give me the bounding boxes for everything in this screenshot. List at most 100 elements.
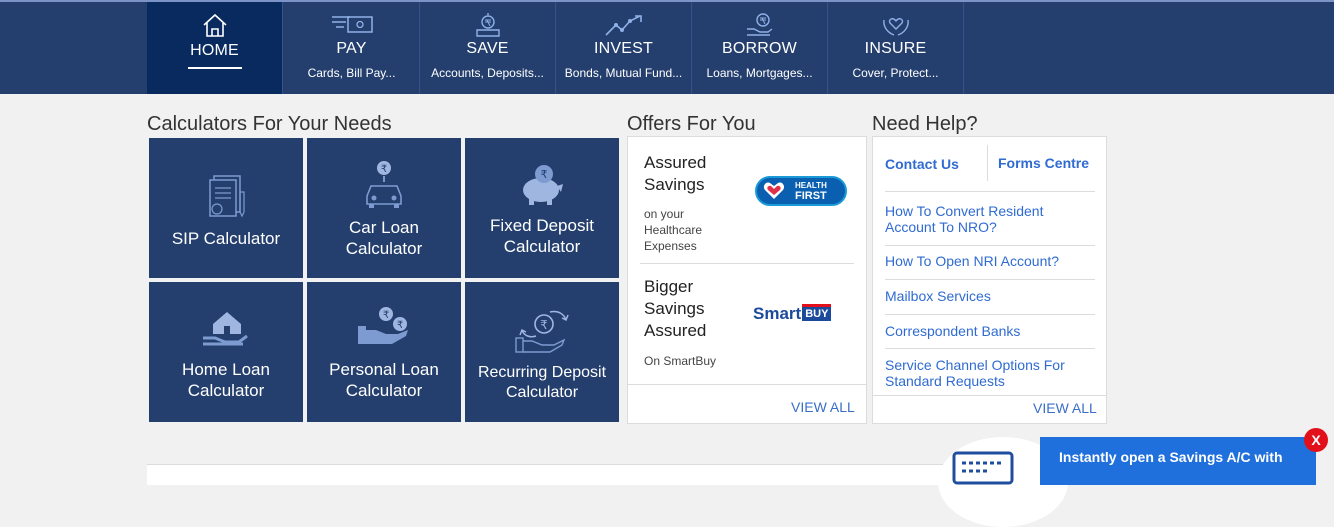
nav-insure[interactable]: INSURE Cover, Protect... [828,2,964,94]
nav-pay[interactable]: PAY Cards, Bill Pay... [284,2,420,94]
nav-borrow-label: BORROW [722,40,797,57]
health-first-logo: HEALTH FIRST [755,176,847,206]
help-link-1-line1: How To Convert Resident [885,203,1044,219]
health-first-line2: FIRST [795,190,827,202]
offers-view-all-link[interactable]: VIEW ALL [791,399,855,415]
car-loan-calculator-label-1: Car Loan [349,218,419,237]
fixed-deposit-calculator-label-2: Calculator [503,237,581,256]
nav-save[interactable]: SAVE Accounts, Deposits... [420,2,556,94]
personal-loan-calculator-label-2: Calculator [345,381,423,400]
nav-pay-label: PAY [336,40,367,57]
svg-text:₹: ₹ [381,164,387,175]
heart-icon [763,182,785,199]
offer2-sub-1: On SmartBuy [644,354,717,368]
offer2-title-2: Savings [644,299,705,318]
help-footer-divider [873,395,1106,396]
help-link-convert-resident[interactable]: How To Convert Resident Account To NRO? [873,203,1106,237]
smartbuy-logo: Smart BUY [753,304,832,326]
help-link-open-nri[interactable]: How To Open NRI Account? [885,253,1059,269]
recurring-deposit-calculator-label-2: Calculator [505,384,579,401]
car-loan-calculator-tile[interactable]: ₹ Car Loan Calculator [307,138,461,278]
piggy-bank-icon: ₹ [523,165,563,205]
svg-text:₹: ₹ [540,318,548,332]
help-link-service-channel[interactable]: Service Channel Options For Standard Req… [873,357,1106,391]
forms-centre-link[interactable]: Forms Centre [998,155,1089,171]
help-link-5-line1: Service Channel Options For [885,357,1065,373]
banner-text: Instantly open a Savings A/C with [1059,449,1283,465]
active-underline [188,67,242,69]
nav-save-sub: Accounts, Deposits... [431,66,544,80]
nav-invest-sub: Bonds, Mutual Fund... [564,66,683,80]
help-panel: Contact Us Forms Centre How To Convert R… [872,136,1107,424]
smartbuy-logo-buy: BUY [802,304,832,321]
personal-loan-calculator-label-1: Personal Loan [329,360,439,379]
calculators-title: Calculators For Your Needs [147,113,392,135]
help-divider-4 [885,348,1095,349]
nav-home-label: HOME [190,42,239,59]
offer2-title-1: Bigger [644,277,694,296]
help-link-5-line2: Standard Requests [885,373,1005,389]
svg-text:₹: ₹ [541,168,548,181]
account-form-icon [952,451,1014,485]
help-head-separator [987,145,988,181]
offer-sub-1: on your [644,207,685,221]
savings-icon [475,13,500,37]
offer2-title-3: Assured [644,321,707,340]
home-loan-calculator-tile[interactable]: Home Loan Calculator [149,282,303,422]
offer-footer-divider [628,384,866,385]
offers-title: Offers For You [627,113,756,135]
help-link-correspondent-banks[interactable]: Correspondent Banks [885,323,1020,339]
offers-panel: Assured Savings on your Healthcare Expen… [627,136,867,424]
offer-title-1: Assured [644,153,707,172]
document-chart-icon [209,175,245,218]
personal-loan-calculator-tile[interactable]: ₹ ₹ Personal Loan Calculator [307,282,461,422]
nav-borrow-sub: Loans, Mortgages... [706,66,813,80]
help-divider-3 [885,314,1095,315]
invest-growth-icon [604,15,642,36]
contact-us-link[interactable]: Contact Us [885,156,959,172]
insurance-icon [882,18,909,36]
nav-save-label: SAVE [466,40,509,57]
main-navigation: HOME PAY Cards, Bill Pay... SAVE Account… [0,2,1334,94]
nav-borrow[interactable]: BORROW Loans, Mortgages... [692,2,828,94]
offer-smartbuy[interactable]: Bigger Savings Assured On SmartBuy Smart… [628,264,866,384]
hand-coins-icon: ₹ ₹ [358,307,408,344]
offer-sub-3: Expenses [644,239,697,253]
recurring-deposit-calculator-label-1: Recurring Deposit [477,364,607,381]
home-icon [202,13,227,37]
banner-close-button[interactable]: X [1304,428,1328,452]
sip-calculator-label: SIP Calculator [171,229,281,248]
home-loan-calculator-label-2: Calculator [187,381,265,400]
car-loan-calculator-label-2: Calculator [345,239,423,258]
offer-sub-2: Healthcare [644,223,703,237]
offer-title-2: Savings [644,175,705,194]
nav-insure-label: INSURE [864,40,927,57]
open-savings-account-banner[interactable]: Instantly open a Savings A/C with [1040,437,1316,485]
health-first-line1: HEALTH [795,181,827,190]
help-title: Need Help? [872,113,978,135]
nav-insure-sub: Cover, Protect... [852,66,939,80]
svg-text:₹: ₹ [383,310,389,321]
loan-icon [746,13,772,36]
nav-invest[interactable]: INVEST Bonds, Mutual Fund... [556,2,692,94]
sip-calculator-tile[interactable]: SIP Calculator [149,138,303,278]
svg-text:₹: ₹ [397,320,403,331]
house-hand-icon [203,312,248,346]
fixed-deposit-calculator-label-1: Fixed Deposit [490,216,594,235]
help-divider-0 [885,191,1095,192]
smartbuy-logo-smart: Smart [753,304,802,323]
help-divider-1 [885,245,1095,246]
recurring-deposit-calculator-tile[interactable]: ₹ Recurring Deposit Calculator [465,282,619,422]
fixed-deposit-calculator-tile[interactable]: ₹ Fixed Deposit Calculator [465,138,619,278]
home-loan-calculator-label-1: Home Loan [182,360,270,379]
recurring-coin-icon: ₹ [515,310,569,353]
help-link-1-line2: Account To NRO? [885,219,997,235]
offer-health-first[interactable]: Assured Savings on your Healthcare Expen… [628,137,866,263]
car-rupee-icon: ₹ [366,161,402,208]
help-view-all-link[interactable]: VIEW ALL [1033,400,1097,416]
help-divider-2 [885,279,1095,280]
nav-invest-label: INVEST [594,40,653,57]
help-link-mailbox[interactable]: Mailbox Services [885,288,991,304]
nav-pay-sub: Cards, Bill Pay... [307,66,396,80]
nav-home[interactable]: HOME [147,2,283,94]
